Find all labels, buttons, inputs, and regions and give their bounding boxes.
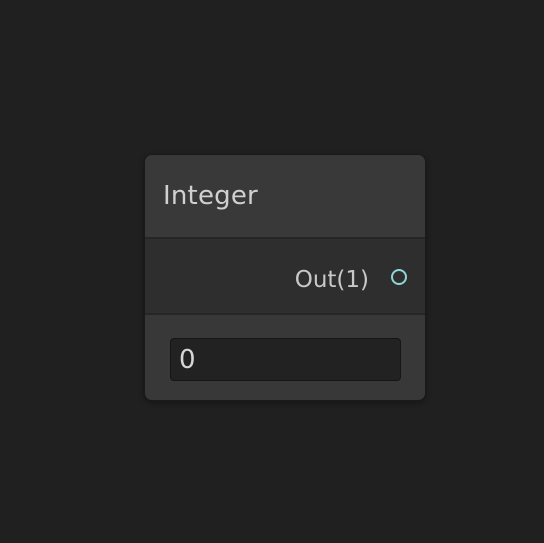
integer-value-input[interactable] xyxy=(170,338,401,381)
graph-canvas[interactable]: Integer Out(1) xyxy=(0,0,544,543)
output-port-row: Out(1) xyxy=(145,239,425,315)
value-field-row xyxy=(145,315,425,400)
integer-node[interactable]: Integer Out(1) xyxy=(144,154,426,401)
output-port-connector-icon[interactable] xyxy=(391,269,407,285)
node-header[interactable]: Integer xyxy=(145,155,425,239)
output-port-label: Out(1) xyxy=(294,267,369,293)
node-title: Integer xyxy=(163,181,258,211)
